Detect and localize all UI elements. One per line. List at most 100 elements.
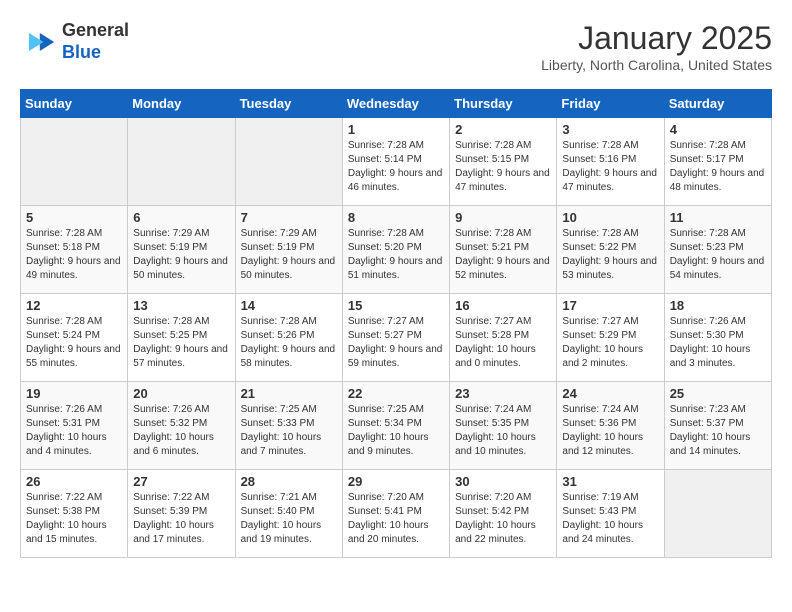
- day-number: 21: [241, 386, 337, 401]
- day-number: 1: [348, 122, 444, 137]
- day-info: Sunrise: 7:29 AM Sunset: 5:19 PM Dayligh…: [133, 227, 229, 283]
- day-number: 24: [562, 386, 658, 401]
- calendar-cell: 17 Sunrise: 7:27 AM Sunset: 5:29 PM Dayli…: [557, 294, 664, 382]
- day-info: Sunrise: 7:25 AM Sunset: 5:34 PM Dayligh…: [348, 403, 444, 459]
- day-number: 26: [26, 474, 122, 489]
- title-block: January 2025 Liberty, North Carolina, Un…: [541, 20, 772, 73]
- calendar-cell: 25 Sunrise: 7:23 AM Sunset: 5:37 PM Dayli…: [664, 382, 771, 470]
- day-info: Sunrise: 7:29 AM Sunset: 5:19 PM Dayligh…: [241, 227, 337, 283]
- calendar-cell: 29 Sunrise: 7:20 AM Sunset: 5:41 PM Dayli…: [342, 470, 449, 558]
- logo-text: General Blue: [62, 20, 129, 63]
- day-number: 29: [348, 474, 444, 489]
- calendar-cell: 23 Sunrise: 7:24 AM Sunset: 5:35 PM Dayli…: [450, 382, 557, 470]
- calendar-cell: 15Sunrise: 7:27 AM Sunset: 5:27 PM Dayli…: [342, 294, 449, 382]
- day-info: Sunrise: 7:26 AM Sunset: 5:32 PM Dayligh…: [133, 403, 229, 459]
- day-number: 5: [26, 210, 122, 225]
- day-number: 4: [670, 122, 766, 137]
- day-number: 6: [133, 210, 229, 225]
- day-info: Sunrise: 7:28 AM Sunset: 5:22 PM Dayligh…: [562, 227, 658, 283]
- day-info: Sunrise: 7:23 AM Sunset: 5:37 PM Dayligh…: [670, 403, 766, 459]
- calendar-cell: 21 Sunrise: 7:25 AM Sunset: 5:33 PM Dayli…: [235, 382, 342, 470]
- day-info: Sunrise: 7:26 AM Sunset: 5:31 PM Dayligh…: [26, 403, 122, 459]
- day-info: Sunrise: 7:28 AM Sunset: 5:16 PM Dayligh…: [562, 139, 658, 195]
- day-info: Sunrise: 7:24 AM Sunset: 5:36 PM Dayligh…: [562, 403, 658, 459]
- calendar-cell: 8 Sunrise: 7:28 AM Sunset: 5:20 PM Daylig…: [342, 206, 449, 294]
- day-info: Sunrise: 7:28 AM Sunset: 5:24 PM Dayligh…: [26, 315, 122, 371]
- day-number: 30: [455, 474, 551, 489]
- day-info: Sunrise: 7:28 AM Sunset: 5:26 PM Dayligh…: [241, 315, 337, 371]
- calendar-cell: [128, 118, 235, 206]
- day-info: Sunrise: 7:28 AM Sunset: 5:20 PM Dayligh…: [348, 227, 444, 283]
- calendar-cell: 27 Sunrise: 7:22 AM Sunset: 5:39 PM Dayli…: [128, 470, 235, 558]
- calendar-cell: 12 Sunrise: 7:28 AM Sunset: 5:24 PM Dayli…: [21, 294, 128, 382]
- calendar-subtitle: Liberty, North Carolina, United States: [541, 57, 772, 73]
- day-info: Sunrise: 7:25 AM Sunset: 5:33 PM Dayligh…: [241, 403, 337, 459]
- day-info: Sunrise: 7:28 AM Sunset: 5:21 PM Dayligh…: [455, 227, 551, 283]
- day-number: 27: [133, 474, 229, 489]
- calendar-cell: 31 Sunrise: 7:19 AM Sunset: 5:43 PM Dayli…: [557, 470, 664, 558]
- calendar-cell: [235, 118, 342, 206]
- calendar-cell: 6 Sunrise: 7:29 AM Sunset: 5:19 PM Daylig…: [128, 206, 235, 294]
- calendar-cell: 9 Sunrise: 7:28 AM Sunset: 5:21 PM Daylig…: [450, 206, 557, 294]
- day-info: Sunrise: 7:24 AM Sunset: 5:35 PM Dayligh…: [455, 403, 551, 459]
- day-info: Sunrise: 7:20 AM Sunset: 5:41 PM Dayligh…: [348, 491, 444, 547]
- calendar-cell: 30 Sunrise: 7:20 AM Sunset: 5:42 PM Dayli…: [450, 470, 557, 558]
- page-header: General Blue January 2025 Liberty, North…: [20, 20, 772, 73]
- day-number: 8: [348, 210, 444, 225]
- calendar-table: SundayMondayTuesdayWednesdayThursdayFrid…: [20, 89, 772, 558]
- day-number: 10: [562, 210, 658, 225]
- day-info: Sunrise: 7:28 AM Sunset: 5:18 PM Dayligh…: [26, 227, 122, 283]
- calendar-cell: 11Sunrise: 7:28 AM Sunset: 5:23 PM Dayli…: [664, 206, 771, 294]
- calendar-cell: 26 Sunrise: 7:22 AM Sunset: 5:38 PM Dayli…: [21, 470, 128, 558]
- day-number: 13: [133, 298, 229, 313]
- day-info: Sunrise: 7:20 AM Sunset: 5:42 PM Dayligh…: [455, 491, 551, 547]
- day-of-week-header: Friday: [557, 90, 664, 118]
- calendar-cell: 24 Sunrise: 7:24 AM Sunset: 5:36 PM Dayli…: [557, 382, 664, 470]
- day-of-week-header: Monday: [128, 90, 235, 118]
- day-number: 25: [670, 386, 766, 401]
- calendar-cell: 28Sunrise: 7:21 AM Sunset: 5:40 PM Dayli…: [235, 470, 342, 558]
- calendar-cell: 5 Sunrise: 7:28 AM Sunset: 5:18 PM Daylig…: [21, 206, 128, 294]
- day-number: 15: [348, 298, 444, 313]
- day-info: Sunrise: 7:27 AM Sunset: 5:28 PM Dayligh…: [455, 315, 551, 371]
- calendar-cell: 16 Sunrise: 7:27 AM Sunset: 5:28 PM Dayli…: [450, 294, 557, 382]
- day-number: 31: [562, 474, 658, 489]
- day-info: Sunrise: 7:27 AM Sunset: 5:29 PM Dayligh…: [562, 315, 658, 371]
- day-info: Sunrise: 7:22 AM Sunset: 5:39 PM Dayligh…: [133, 491, 229, 547]
- calendar-cell: 4 Sunrise: 7:28 AM Sunset: 5:17 PM Daylig…: [664, 118, 771, 206]
- day-number: 18: [670, 298, 766, 313]
- day-of-week-header: Thursday: [450, 90, 557, 118]
- calendar-cell: 22 Sunrise: 7:25 AM Sunset: 5:34 PM Dayli…: [342, 382, 449, 470]
- day-number: 23: [455, 386, 551, 401]
- day-info: Sunrise: 7:28 AM Sunset: 5:17 PM Dayligh…: [670, 139, 766, 195]
- calendar-cell: 1 Sunrise: 7:28 AM Sunset: 5:14 PM Daylig…: [342, 118, 449, 206]
- day-info: Sunrise: 7:28 AM Sunset: 5:14 PM Dayligh…: [348, 139, 444, 195]
- day-info: Sunrise: 7:26 AM Sunset: 5:30 PM Dayligh…: [670, 315, 766, 371]
- day-number: 14: [241, 298, 337, 313]
- day-of-week-header: Saturday: [664, 90, 771, 118]
- calendar-cell: 13 Sunrise: 7:28 AM Sunset: 5:25 PM Dayli…: [128, 294, 235, 382]
- calendar-cell: 10 Sunrise: 7:28 AM Sunset: 5:22 PM Dayli…: [557, 206, 664, 294]
- day-number: 12: [26, 298, 122, 313]
- day-info: Sunrise: 7:28 AM Sunset: 5:23 PM Dayligh…: [670, 227, 766, 283]
- calendar-cell: 19 Sunrise: 7:26 AM Sunset: 5:31 PM Dayli…: [21, 382, 128, 470]
- logo-icon: [20, 24, 56, 60]
- day-number: 19: [26, 386, 122, 401]
- day-of-week-header: Wednesday: [342, 90, 449, 118]
- day-number: 7: [241, 210, 337, 225]
- calendar-cell: [664, 470, 771, 558]
- day-number: 22: [348, 386, 444, 401]
- calendar-cell: 3 Sunrise: 7:28 AM Sunset: 5:16 PM Daylig…: [557, 118, 664, 206]
- day-number: 9: [455, 210, 551, 225]
- calendar-cell: 2Sunrise: 7:28 AM Sunset: 5:15 PM Daylig…: [450, 118, 557, 206]
- day-number: 17: [562, 298, 658, 313]
- day-number: 3: [562, 122, 658, 137]
- calendar-header: SundayMondayTuesdayWednesdayThursdayFrid…: [21, 90, 772, 118]
- day-info: Sunrise: 7:22 AM Sunset: 5:38 PM Dayligh…: [26, 491, 122, 547]
- calendar-cell: 20Sunrise: 7:26 AM Sunset: 5:32 PM Dayli…: [128, 382, 235, 470]
- day-info: Sunrise: 7:28 AM Sunset: 5:25 PM Dayligh…: [133, 315, 229, 371]
- calendar-cell: 7 Sunrise: 7:29 AM Sunset: 5:19 PM Daylig…: [235, 206, 342, 294]
- day-info: Sunrise: 7:28 AM Sunset: 5:15 PM Dayligh…: [455, 139, 551, 195]
- day-number: 16: [455, 298, 551, 313]
- day-info: Sunrise: 7:19 AM Sunset: 5:43 PM Dayligh…: [562, 491, 658, 547]
